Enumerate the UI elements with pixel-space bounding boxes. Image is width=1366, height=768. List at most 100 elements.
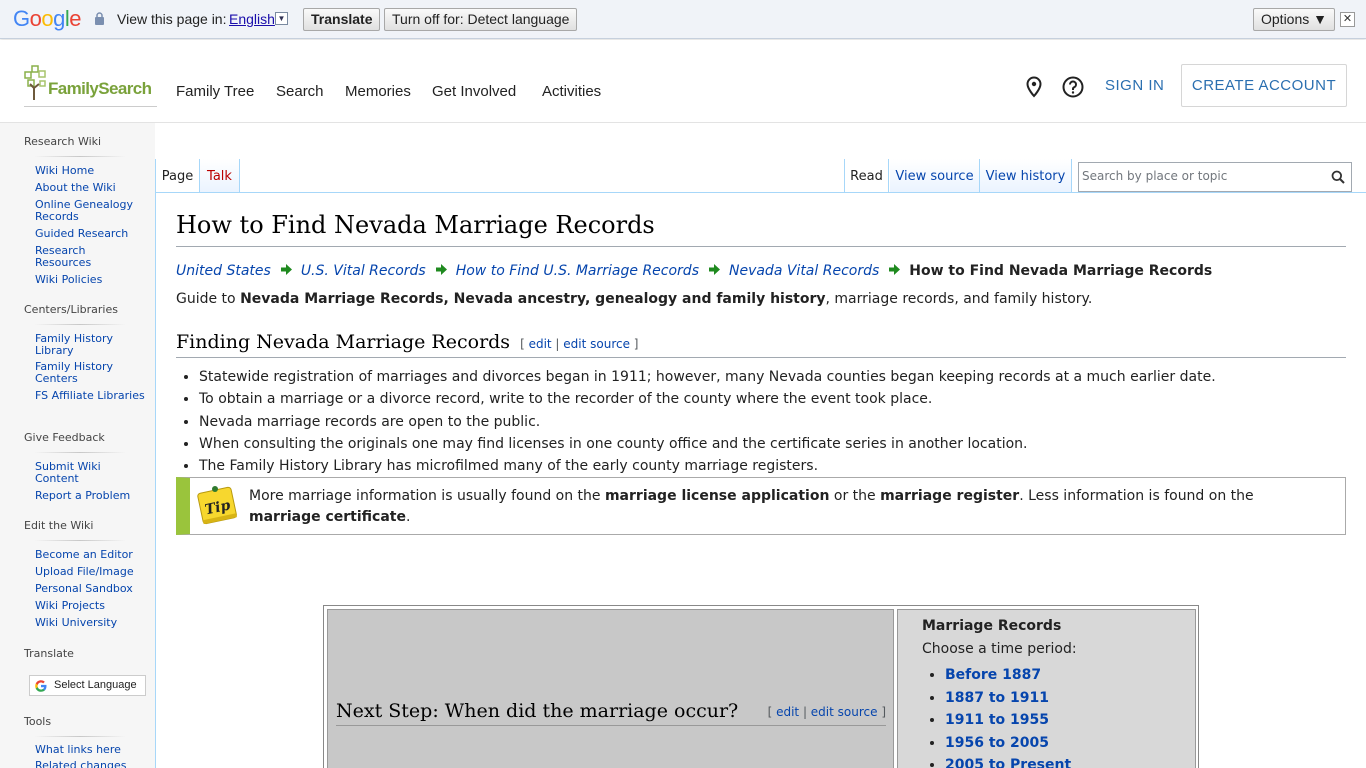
translate-button[interactable]: Translate <box>303 8 381 31</box>
guide-bold: Nevada Marriage Records, Nevada ancestry… <box>240 291 826 307</box>
tip-note-icon: Tip <box>197 486 237 525</box>
wiki-sidebar: Research Wiki Wiki Home About the Wiki O… <box>0 123 155 768</box>
chevron-down-icon[interactable]: ▼ <box>275 12 288 25</box>
nav-activities[interactable]: Activities <box>542 83 601 100</box>
section-title: Finding Nevada Marriage Records <box>176 331 511 353</box>
tip-text-part: or the <box>829 488 881 504</box>
sidebar-heading-centers: Centers/Libraries <box>24 303 118 316</box>
search-icon[interactable] <box>1331 170 1345 184</box>
tree-logo-icon <box>24 65 46 100</box>
turn-off-button[interactable]: Turn off for: Detect language <box>384 8 578 31</box>
help-icon[interactable] <box>1062 76 1084 98</box>
select-language-widget[interactable]: Select Language <box>29 675 146 696</box>
edit-source-link[interactable]: edit source <box>563 337 630 351</box>
sidebar-divider <box>34 540 126 541</box>
sidebar-divider <box>34 452 126 453</box>
tab-view-source[interactable]: View source <box>890 159 980 193</box>
nav-family-tree[interactable]: Family Tree <box>176 83 254 100</box>
arrow-right-icon <box>280 264 292 275</box>
time-period-cell: Marriage Records Choose a time period: B… <box>897 609 1196 768</box>
create-account-button[interactable]: CREATE ACCOUNT <box>1181 64 1347 107</box>
list-item: When consulting the originals one may fi… <box>199 433 1349 455</box>
sidebar-divider <box>34 324 126 325</box>
sidebar-link-upload-file[interactable]: Upload File/Image <box>35 566 145 578</box>
sidebar-link-wiki-policies[interactable]: Wiki Policies <box>35 274 145 286</box>
sidebar-divider <box>34 736 126 737</box>
breadcrumb-nevada-vital-records[interactable]: Nevada Vital Records <box>729 263 879 279</box>
main-content: How to Find Nevada Marriage Records Unit… <box>155 193 1366 768</box>
tip-text-part: . <box>405 509 411 525</box>
tab-view-history[interactable]: View history <box>980 159 1072 193</box>
period-link-1911-1955[interactable]: 1911 to 1955 <box>945 712 1049 728</box>
tip-bold-certificate: marriage certificate <box>249 509 406 525</box>
arrow-right-icon <box>435 264 447 275</box>
arrow-right-icon <box>889 264 901 275</box>
familysearch-logo[interactable]: FamilySearch <box>24 64 157 107</box>
next-step-table: Next Step: When did the marriage occur? [… <box>323 605 1199 768</box>
list-item: 1911 to 1955 <box>945 709 1071 732</box>
tab-page[interactable]: Page <box>155 159 200 194</box>
nav-search[interactable]: Search <box>276 83 324 100</box>
sidebar-link-affiliate-libraries[interactable]: FS Affiliate Libraries <box>35 390 145 402</box>
sidebar-link-online-records[interactable]: Online Genealogy Records <box>35 199 145 223</box>
sidebar-link-wiki-projects[interactable]: Wiki Projects <box>35 600 145 612</box>
options-button[interactable]: Options ▼ <box>1253 8 1335 31</box>
list-item: 2005 to Present <box>945 754 1071 768</box>
nav-memories[interactable]: Memories <box>345 83 411 100</box>
tab-talk[interactable]: Talk <box>200 159 240 193</box>
list-item: 1887 to 1911 <box>945 687 1071 710</box>
next-step-heading: Next Step: When did the marriage occur? [… <box>336 700 886 726</box>
breadcrumb-united-states[interactable]: United States <box>176 263 271 279</box>
sidebar-link-report-problem[interactable]: Report a Problem <box>35 490 145 502</box>
sign-in-link[interactable]: SIGN IN <box>1105 77 1164 94</box>
lock-icon <box>95 12 104 25</box>
sidebar-link-fhc[interactable]: Family History Centers <box>35 361 145 385</box>
edit-source-link[interactable]: edit source <box>811 705 878 719</box>
sidebar-heading-feedback: Give Feedback <box>24 431 105 444</box>
next-step-cell: Next Step: When did the marriage occur? [… <box>327 609 894 768</box>
edit-link[interactable]: edit <box>776 705 799 719</box>
period-link-1887-1911[interactable]: 1887 to 1911 <box>945 690 1049 706</box>
sidebar-heading-tools: Tools <box>24 715 52 728</box>
close-icon[interactable]: ✕ <box>1340 12 1355 27</box>
period-list: Before 1887 1887 to 1911 1911 to 1955 19… <box>945 664 1071 768</box>
sidebar-link-related-changes[interactable]: Related changes <box>35 760 145 768</box>
list-item: To obtain a marriage or a divorce record… <box>199 388 1349 410</box>
google-translate-bar: Google View this page in: English ▼ Tran… <box>0 0 1366 39</box>
sidebar-link-about-wiki[interactable]: About the Wiki <box>35 182 145 194</box>
list-item: Nevada marriage records are open to the … <box>199 411 1349 433</box>
site-header: FamilySearch Family Tree Search Memories… <box>0 40 1366 123</box>
sidebar-link-research-resources[interactable]: Research Resources <box>35 245 145 269</box>
sidebar-link-wiki-university[interactable]: Wiki University <box>35 617 145 629</box>
sidebar-link-sandbox[interactable]: Personal Sandbox <box>35 583 145 595</box>
breadcrumb-us-marriage-records[interactable]: How to Find U.S. Marriage Records <box>456 263 699 279</box>
tip-text: More marriage information is usually fou… <box>249 486 1329 528</box>
sidebar-link-become-editor[interactable]: Become an Editor <box>35 549 145 561</box>
sidebar-link-submit-content[interactable]: Submit Wiki Content <box>35 461 145 485</box>
nav-get-involved[interactable]: Get Involved <box>432 83 516 100</box>
breadcrumb: United States U.S. Vital Records How to Fi… <box>176 263 1212 279</box>
period-link-before-1887[interactable]: Before 1887 <box>945 667 1041 683</box>
period-link-2005-present[interactable]: 2005 to Present <box>945 757 1071 768</box>
wiki-search-input[interactable] <box>1082 169 1322 183</box>
breadcrumb-us-vital-records[interactable]: U.S. Vital Records <box>301 263 426 279</box>
list-item: The Family History Library has microfilm… <box>199 455 1349 477</box>
google-g-icon <box>35 680 47 692</box>
language-select-link[interactable]: English <box>229 11 275 27</box>
google-logo: Google <box>13 6 82 31</box>
next-step-edit-links: [ edit | edit source ] <box>767 705 886 719</box>
sidebar-link-wiki-home[interactable]: Wiki Home <box>35 165 145 177</box>
sidebar-link-what-links-here[interactable]: What links here <box>35 744 145 756</box>
tab-read[interactable]: Read <box>844 159 889 194</box>
breadcrumb-current: How to Find Nevada Marriage Records <box>909 263 1213 279</box>
list-item: Before 1887 <box>945 664 1071 687</box>
wiki-search-box <box>1078 162 1352 192</box>
sidebar-heading-translate: Translate <box>24 647 74 660</box>
period-link-1956-2005[interactable]: 1956 to 2005 <box>945 735 1049 751</box>
sidebar-link-fhl[interactable]: Family History Library <box>35 333 145 357</box>
edit-link[interactable]: edit <box>529 337 552 351</box>
sidebar-link-guided-research[interactable]: Guided Research <box>35 228 145 240</box>
section-edit-links: [ edit | edit source ] <box>520 337 639 351</box>
tip-text-part: More marriage information is usually fou… <box>249 488 605 504</box>
location-pin-icon[interactable] <box>1025 76 1043 98</box>
